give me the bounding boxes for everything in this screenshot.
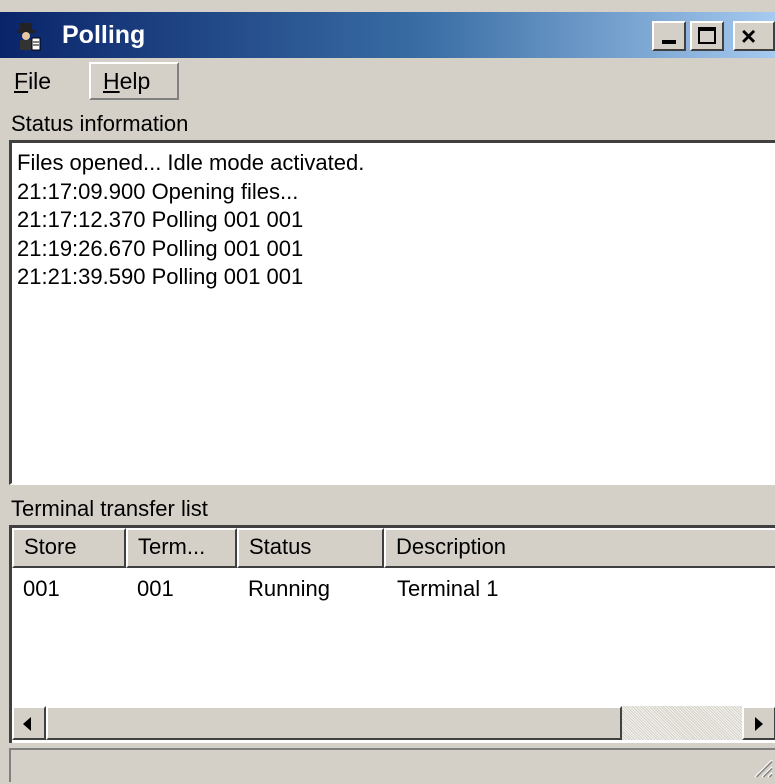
maximize-icon bbox=[698, 27, 716, 44]
horizontal-scrollbar[interactable] bbox=[12, 706, 775, 740]
polling-app-icon[interactable] bbox=[12, 20, 44, 52]
scrollbar-thumb[interactable] bbox=[46, 706, 622, 740]
menu-file[interactable]: File bbox=[4, 62, 61, 100]
status-log-textbox[interactable]: Files opened... Idle mode activated. 21:… bbox=[9, 140, 775, 485]
status-information-label: Status information bbox=[11, 111, 189, 136]
menu-help[interactable]: Help bbox=[89, 62, 179, 100]
column-header-terminal[interactable]: Term... bbox=[126, 528, 237, 568]
arrow-right-icon bbox=[755, 717, 763, 731]
status-bar bbox=[9, 748, 775, 782]
list-row[interactable]: 001 001 Running Terminal 1 bbox=[12, 570, 775, 608]
column-header-description[interactable]: Description bbox=[384, 528, 775, 568]
minimize-icon bbox=[662, 40, 676, 44]
maximize-button[interactable] bbox=[690, 21, 724, 51]
cell-description: Terminal 1 bbox=[397, 576, 499, 601]
resize-grip-icon[interactable] bbox=[751, 756, 773, 778]
status-log-line: Files opened... Idle mode activated. bbox=[17, 150, 365, 175]
column-header-store[interactable]: Store bbox=[12, 528, 126, 568]
scroll-left-button[interactable] bbox=[12, 706, 46, 740]
terminal-transfer-list-label: Terminal transfer list bbox=[11, 496, 208, 521]
column-header-status[interactable]: Status bbox=[237, 528, 384, 568]
polling-window: Polling × File Help Status information F… bbox=[0, 0, 775, 784]
cell-status: Running bbox=[248, 576, 330, 601]
status-log-line: 21:17:09.900 Opening files... bbox=[17, 178, 299, 204]
minimize-button[interactable] bbox=[652, 21, 686, 51]
cell-store: 001 bbox=[23, 576, 60, 601]
status-log-line: 21:21:39.590 Polling 001 001 bbox=[17, 264, 304, 289]
list-header: Store Term... Status Description bbox=[12, 528, 775, 568]
close-button[interactable]: × bbox=[733, 21, 775, 51]
window-title: Polling bbox=[62, 21, 146, 49]
arrow-left-icon bbox=[23, 717, 31, 731]
terminal-transfer-list[interactable]: Store Term... Status Description 001 001… bbox=[9, 525, 775, 743]
close-icon: × bbox=[741, 21, 757, 51]
scroll-right-button[interactable] bbox=[742, 706, 775, 740]
status-log-line: 21:17:12.370 Polling 001 001 bbox=[17, 207, 304, 232]
title-bar[interactable]: Polling × bbox=[0, 12, 775, 58]
status-log-line: 21:19:26.670 Polling 001 001 bbox=[17, 235, 304, 261]
menu-bar: File Help bbox=[0, 58, 775, 104]
cell-terminal: 001 bbox=[137, 576, 174, 601]
